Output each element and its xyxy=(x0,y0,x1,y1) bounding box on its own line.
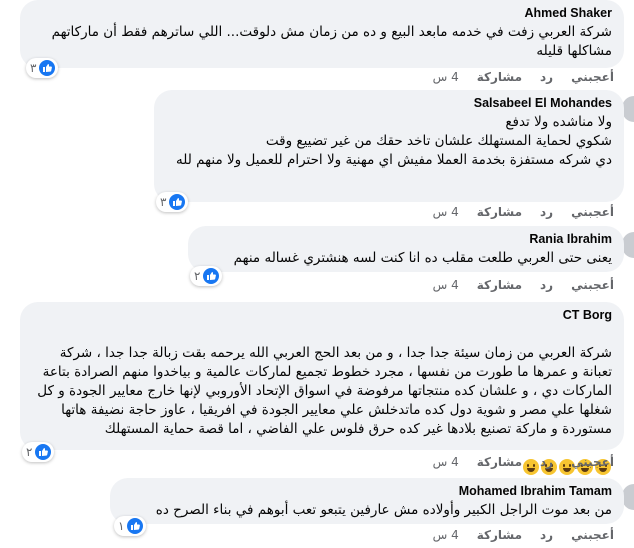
comment-actions: أعجبني رد مشاركة 4 س xyxy=(433,278,614,292)
reply-button[interactable]: رد xyxy=(540,528,553,542)
like-icon xyxy=(39,60,56,76)
reaction-number: ٢ xyxy=(194,269,201,283)
comment-bubble: CT Borg شركة العربي من زمان سيئة جدا جدا… xyxy=(20,302,624,475)
share-button[interactable]: مشاركة xyxy=(477,205,522,219)
comment-bubble: Salsabeel El Mohandes ولا مناشده ولا تدف… xyxy=(154,90,624,202)
comment-actions: أعجبني رد مشاركة 4 س xyxy=(433,70,614,84)
comment-text: ولا مناشده ولا تدفع شكوي لحماية المستهلك… xyxy=(176,114,612,168)
like-icon xyxy=(35,444,52,460)
comment-author[interactable]: Mohamed Ibrahim Tamam xyxy=(122,484,612,498)
comment-author[interactable]: CT Borg xyxy=(32,308,612,322)
share-button[interactable]: مشاركة xyxy=(477,528,522,542)
comment-text: من بعد موت الراجل الكبير وأولاده مش عارف… xyxy=(155,502,612,518)
comment-text: شركة العربي من زمان سيئة جدا جدا ، و من … xyxy=(37,345,612,437)
like-icon xyxy=(127,518,144,534)
reaction-count[interactable]: ٣ xyxy=(156,192,189,212)
like-button[interactable]: أعجبني xyxy=(571,528,614,542)
timestamp[interactable]: 4 س xyxy=(433,278,459,292)
comment-text: يعنى حتى العربي طلعت مقلب ده انا كنت لسه… xyxy=(233,250,612,266)
comment-author[interactable]: Ahmed Shaker xyxy=(32,6,612,20)
like-button[interactable]: أعجبني xyxy=(571,205,614,219)
comment-bubble: Ahmed Shaker شركة العربي زفت في خدمه ماب… xyxy=(20,0,624,68)
like-button[interactable]: أعجبني xyxy=(571,278,614,292)
comment-bubble: Rania Ibrahim يعنى حتى العربي طلعت مقلب … xyxy=(188,226,624,272)
comment-actions: أعجبني رد مشاركة 4 س xyxy=(433,528,614,542)
like-icon xyxy=(203,268,220,284)
comment-text-wrapper: شركة العربي من زمان سيئة جدا جدا ، و من … xyxy=(32,325,612,496)
timestamp[interactable]: 4 س xyxy=(433,528,459,542)
like-button[interactable]: أعجبني xyxy=(571,70,614,84)
timestamp[interactable]: 4 س xyxy=(433,205,459,219)
reaction-count[interactable]: ٣ xyxy=(26,58,59,78)
comment-author[interactable]: Salsabeel El Mohandes xyxy=(166,96,612,110)
timestamp[interactable]: 4 س xyxy=(433,455,459,469)
share-button[interactable]: مشاركة xyxy=(477,70,522,84)
comment-actions: أعجبني رد مشاركة 4 س xyxy=(433,455,614,469)
comment-text: شركة العربي زفت في خدمه مابعد البيع و ده… xyxy=(51,24,612,59)
reply-button[interactable]: رد xyxy=(540,205,553,219)
reaction-count[interactable]: ٢ xyxy=(22,442,55,462)
like-icon xyxy=(169,194,186,210)
comment-author[interactable]: Rania Ibrahim xyxy=(200,232,612,246)
reply-button[interactable]: رد xyxy=(540,278,553,292)
reaction-count[interactable]: ١ xyxy=(114,516,147,536)
timestamp[interactable]: 4 س xyxy=(433,70,459,84)
reply-button[interactable]: رد xyxy=(540,455,553,469)
reaction-number: ١ xyxy=(118,519,125,533)
share-button[interactable]: مشاركة xyxy=(477,278,522,292)
reply-button[interactable]: رد xyxy=(540,70,553,84)
reaction-number: ٢ xyxy=(26,445,33,459)
like-button[interactable]: أعجبني xyxy=(571,455,614,469)
reaction-count[interactable]: ٢ xyxy=(190,266,223,286)
reaction-number: ٣ xyxy=(30,61,37,75)
comment-bubble: Mohamed Ibrahim Tamam من بعد موت الراجل … xyxy=(110,478,624,524)
comment-actions: أعجبني رد مشاركة 4 س xyxy=(433,205,614,219)
share-button[interactable]: مشاركة xyxy=(477,455,522,469)
reaction-number: ٣ xyxy=(160,195,167,209)
